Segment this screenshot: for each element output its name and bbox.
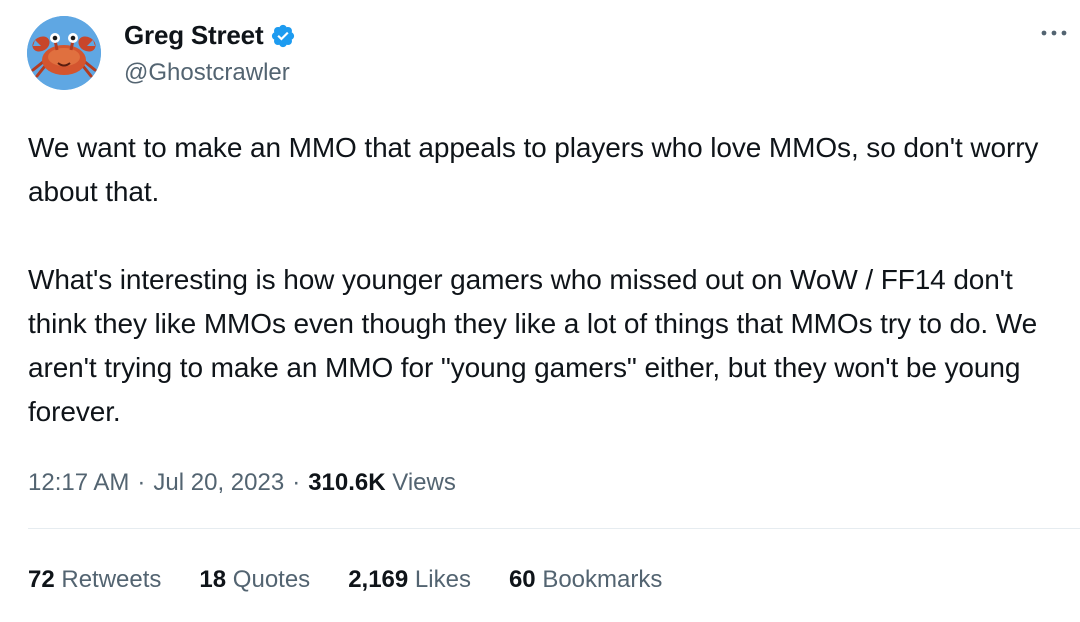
tweet-time[interactable]: 12:17 AM bbox=[28, 469, 129, 496]
engagement-stats: 72 Retweets 18 Quotes 2,169 Likes 60 Boo… bbox=[28, 566, 700, 594]
quotes-count: 18 bbox=[199, 566, 227, 593]
more-dots-icon bbox=[1041, 30, 1067, 36]
retweets-label: Retweets bbox=[61, 566, 162, 593]
tweet-paragraph: What's interesting is how younger gamers… bbox=[28, 264, 1038, 427]
verified-badge-icon bbox=[270, 23, 296, 49]
author-name[interactable]: Greg Street bbox=[124, 20, 296, 51]
bookmarks-label: Bookmarks bbox=[542, 566, 663, 593]
meta-separator: · bbox=[292, 469, 301, 496]
tweet-text: We want to make an MMO that appeals to p… bbox=[28, 126, 1068, 434]
bookmarks-stat[interactable]: 60 Bookmarks bbox=[509, 566, 662, 594]
author-handle[interactable]: @Ghostcrawler bbox=[124, 59, 290, 87]
likes-stat[interactable]: 2,169 Likes bbox=[348, 566, 471, 594]
crab-avatar-icon bbox=[27, 16, 101, 90]
retweets-stat[interactable]: 72 Retweets bbox=[28, 566, 161, 594]
tweet-date[interactable]: Jul 20, 2023 bbox=[153, 469, 284, 496]
tweet-card: Greg Street @Ghostcrawler We want to mak… bbox=[0, 0, 1080, 622]
views-count: 310.6K bbox=[308, 469, 386, 496]
author-name-text: Greg Street bbox=[124, 20, 264, 50]
meta-separator: · bbox=[137, 469, 146, 496]
retweets-count: 72 bbox=[28, 566, 55, 593]
likes-count: 2,169 bbox=[348, 566, 409, 593]
views-label: Views bbox=[392, 469, 456, 496]
quotes-stat[interactable]: 18 Quotes bbox=[199, 566, 310, 594]
tweet-paragraph: We want to make an MMO that appeals to p… bbox=[28, 132, 1039, 207]
likes-label: Likes bbox=[414, 566, 471, 593]
tweet-meta: 12:17 AM · Jul 20, 2023 · 310.6K Views bbox=[28, 469, 456, 497]
avatar[interactable] bbox=[27, 16, 101, 90]
quotes-label: Quotes bbox=[232, 566, 311, 593]
more-options-button[interactable] bbox=[1034, 16, 1074, 50]
bookmarks-count: 60 bbox=[508, 566, 536, 593]
divider bbox=[28, 528, 1080, 529]
